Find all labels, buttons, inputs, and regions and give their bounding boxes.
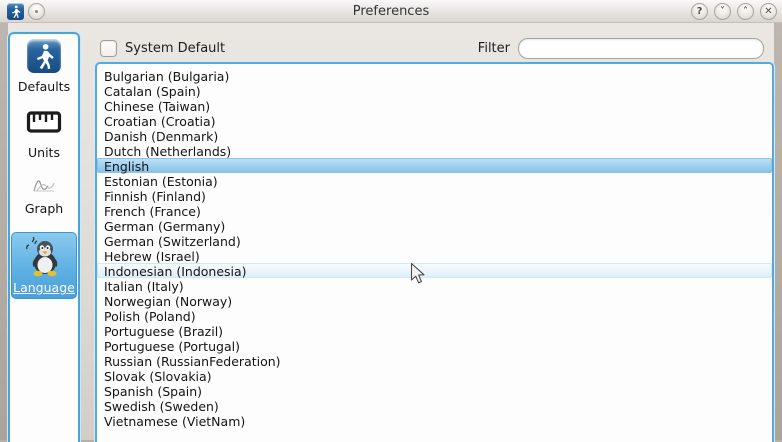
list-item-label: Vietnamese (VietNam) xyxy=(104,414,245,429)
list-item-label: Bulgarian (Bulgaria) xyxy=(104,69,229,84)
sidebar-item-label: Units xyxy=(28,145,60,160)
list-item[interactable]: Norwegian (Norway) xyxy=(97,293,772,308)
titlebar-buttons: ? ˅ ˄ ✕ xyxy=(691,3,777,20)
titlebar[interactable]: Preferences ? ˅ ˄ ✕ xyxy=(0,0,782,23)
filter-label: Filter xyxy=(478,41,510,56)
list-item[interactable]: English xyxy=(97,158,772,173)
system-default-row: System Default xyxy=(100,40,225,57)
preferences-window: Preferences ? ˅ ˄ ✕ Defaults xyxy=(0,0,782,440)
list-item-label: Slovak (Slovakia) xyxy=(104,369,212,384)
list-item[interactable]: French (France) xyxy=(97,203,772,218)
filter-input[interactable] xyxy=(518,38,764,59)
list-item[interactable]: Slovak (Slovakia) xyxy=(97,368,772,383)
filter-row: Filter xyxy=(478,38,764,59)
list-item[interactable]: Russian (RussianFederation) xyxy=(97,353,772,368)
ruler-icon xyxy=(26,110,62,134)
sidebar-item-graph[interactable]: Graph xyxy=(25,176,63,216)
list-item-label: Finnish (Finland) xyxy=(104,189,206,204)
help-button[interactable]: ? xyxy=(691,3,708,20)
list-item-label: Dutch (Netherlands) xyxy=(104,144,231,159)
list-item-label: Portuguese (Brazil) xyxy=(104,324,223,339)
list-item-label: German (Switzerland) xyxy=(104,234,241,249)
list-item-label: French (France) xyxy=(104,204,201,219)
sidebar-item-units[interactable]: Units xyxy=(26,110,62,160)
mouse-cursor xyxy=(410,262,427,285)
list-item[interactable]: Polish (Poland) xyxy=(97,308,772,323)
window-border-right xyxy=(774,23,782,440)
list-item[interactable]: Croatian (Croatia) xyxy=(97,113,772,128)
list-item[interactable]: Bulgarian (Bulgaria) xyxy=(97,68,772,83)
list-item[interactable]: Italian (Italy) xyxy=(97,278,772,293)
list-item[interactable]: Portuguese (Brazil) xyxy=(97,323,772,338)
list-item[interactable]: Chinese (Taiwan) xyxy=(97,98,772,113)
list-item[interactable]: Finnish (Finland) xyxy=(97,188,772,203)
sidebar-item-defaults[interactable]: Defaults xyxy=(18,39,70,94)
sidebar: Defaults Units Graph xyxy=(8,32,80,442)
list-item-label: Russian (RussianFederation) xyxy=(104,354,281,369)
list-item[interactable]: Hebrew (Israel) xyxy=(97,248,772,263)
language-list[interactable]: Bulgarian (Bulgaria)Catalan (Spain)Chine… xyxy=(95,62,774,442)
list-item[interactable]: Catalan (Spain) xyxy=(97,83,772,98)
list-item[interactable]: Danish (Denmark) xyxy=(97,128,772,143)
close-button[interactable]: ✕ xyxy=(760,3,777,20)
list-item-label: Spanish (Spain) xyxy=(104,384,202,399)
system-default-checkbox[interactable] xyxy=(100,40,117,57)
shade-down-button[interactable]: ˅ xyxy=(714,3,731,20)
list-item-label: Polish (Poland) xyxy=(104,309,196,324)
list-item-label: Hebrew (Israel) xyxy=(104,249,200,264)
sidebar-item-label: Graph xyxy=(25,201,63,216)
list-item[interactable]: Swedish (Sweden) xyxy=(97,398,772,413)
list-item-label: Estonian (Estonia) xyxy=(104,174,218,189)
list-item-label: German (Germany) xyxy=(104,219,225,234)
tux-penguin-icon xyxy=(24,237,64,277)
list-item[interactable]: Indonesian (Indonesia) xyxy=(97,263,772,278)
hiker-icon xyxy=(27,39,61,73)
list-item[interactable]: Portuguese (Portugal) xyxy=(97,338,772,353)
list-item-label: Danish (Denmark) xyxy=(104,129,218,144)
list-item-label: Portuguese (Portugal) xyxy=(104,339,240,354)
list-item-label: Chinese (Taiwan) xyxy=(104,99,210,114)
sidebar-item-label: Defaults xyxy=(18,79,70,94)
list-item-label: Catalan (Spain) xyxy=(104,84,201,99)
list-item[interactable]: Estonian (Estonia) xyxy=(97,173,772,188)
list-item[interactable]: Dutch (Netherlands) xyxy=(97,143,772,158)
window-title: Preferences xyxy=(0,4,782,19)
window-border-left xyxy=(0,23,8,440)
list-item-label: Italian (Italy) xyxy=(104,279,184,294)
list-item-label: Indonesian (Indonesia) xyxy=(104,264,247,279)
list-item[interactable]: German (Switzerland) xyxy=(97,233,772,248)
graph-icon xyxy=(32,176,56,194)
list-item-label: Norwegian (Norway) xyxy=(104,294,232,309)
list-item[interactable]: Spanish (Spain) xyxy=(97,383,772,398)
list-item-label: English xyxy=(104,159,149,174)
sidebar-item-label: Language xyxy=(13,280,75,295)
shade-up-button[interactable]: ˄ xyxy=(737,3,754,20)
system-default-label: System Default xyxy=(125,41,225,56)
list-item[interactable]: Vietnamese (VietNam) xyxy=(97,413,772,428)
list-item[interactable]: German (Germany) xyxy=(97,218,772,233)
list-item-label: Swedish (Sweden) xyxy=(104,399,219,414)
sidebar-item-language[interactable]: Language xyxy=(11,232,77,299)
list-item-label: Croatian (Croatia) xyxy=(104,114,216,129)
